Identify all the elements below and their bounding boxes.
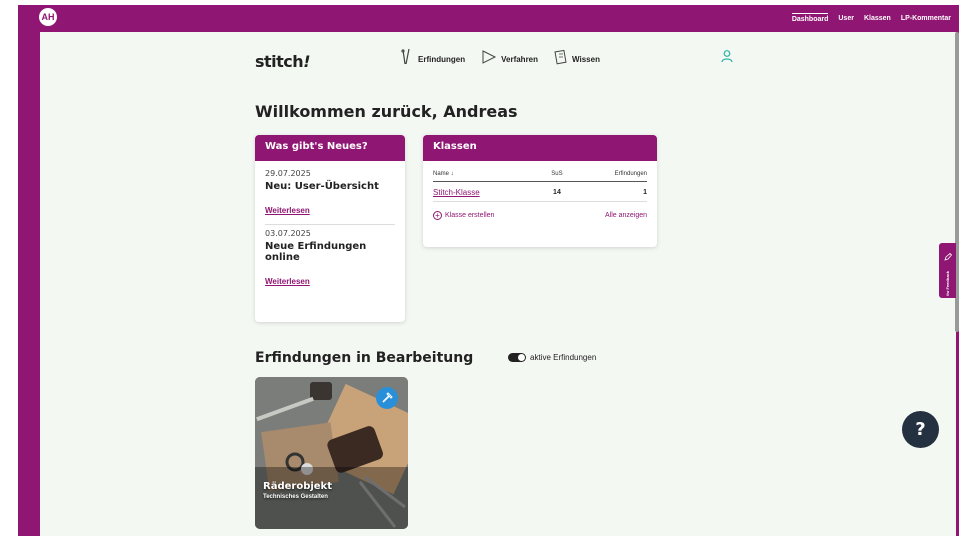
classes-table: Name ↓ SuS Erfindungen Stitch-Klasse 14 … (433, 169, 647, 202)
class-name-link[interactable]: Stitch-Klasse (433, 188, 480, 197)
nav-erfindungen-label: Erfindungen (418, 55, 466, 64)
page-content: stitch! Erfindungen Verfahren Wissen Wil… (40, 32, 956, 536)
question-icon: ? (915, 419, 926, 440)
news-date: 03.07.2025 (265, 229, 311, 238)
hammer-icon (376, 387, 398, 409)
plus-circle-icon: + (433, 211, 442, 220)
pencil-icon (943, 248, 952, 266)
avatar[interactable]: AH (39, 8, 57, 26)
nav-verfahren[interactable]: Verfahren (481, 50, 538, 69)
nav-wissen-label: Wissen (572, 55, 600, 64)
news-title: Neu: User-Übersicht (265, 181, 379, 192)
news-card-title: Was gibt's Neues? (255, 135, 405, 161)
column-header-inventions[interactable]: Erfindungen (570, 169, 647, 182)
nav-verfahren-label: Verfahren (501, 55, 539, 64)
toggle-switch[interactable] (508, 353, 526, 362)
news-card: Was gibt's Neues? 29.07.2025 Neu: User-Ü… (255, 135, 405, 322)
feedback-tab[interactable]: Ihr Feedback (939, 243, 956, 298)
news-divider (265, 224, 395, 225)
project-title: Räderobjekt (263, 481, 332, 492)
news-date: 29.07.2025 (265, 169, 311, 178)
welcome-heading: Willkommen zurück, Andreas (255, 102, 518, 121)
toggle-label: aktive Erfindungen (530, 353, 597, 362)
classes-card-title: Klassen (423, 135, 657, 161)
admin-nav-user[interactable]: User (838, 13, 854, 24)
create-class-button[interactable]: + Klasse erstellen (433, 211, 494, 220)
help-button[interactable]: ? (902, 411, 939, 448)
column-header-sus[interactable]: SuS (543, 169, 571, 182)
project-subtitle: Technisches Gestalten (263, 494, 328, 500)
table-row: Stitch-Klasse 14 1 (433, 181, 647, 202)
admin-nav-klassen[interactable]: Klassen (864, 13, 891, 24)
user-icon[interactable] (720, 49, 734, 63)
admin-topbar: AH Dashboard User Klassen LP-Kommentar (18, 5, 959, 32)
news-read-more-link[interactable]: Weiterlesen (265, 277, 310, 286)
stitch-logo[interactable]: stitch! (255, 52, 310, 71)
nav-erfindungen[interactable]: Erfindungen (400, 48, 465, 71)
news-read-more-link[interactable]: Weiterlesen (265, 206, 310, 215)
needle-icon (400, 48, 414, 71)
admin-nav-dashboard[interactable]: Dashboard (791, 12, 829, 25)
class-sus-count: 14 (543, 181, 571, 202)
classes-card: Klassen Name ↓ SuS Erfindungen Stitch-Kl… (423, 135, 657, 247)
admin-nav-lp-kommentar[interactable]: LP-Kommentar (901, 13, 951, 24)
book-icon (554, 49, 568, 70)
in-progress-heading: Erfindungen in Bearbeitung (255, 350, 474, 366)
admin-nav: Dashboard User Klassen LP-Kommentar (791, 5, 951, 32)
active-inventions-toggle[interactable]: aktive Erfindungen (508, 353, 596, 362)
nav-wissen[interactable]: Wissen (554, 49, 600, 70)
fabric-icon (481, 50, 497, 69)
feedback-label: Ihr Feedback (945, 271, 950, 296)
show-all-classes-link[interactable]: Alle anzeigen (605, 212, 647, 219)
class-inventions-count: 1 (570, 181, 647, 202)
news-title: Neue Erfindungen online (265, 241, 367, 263)
project-card[interactable]: Räderobjekt Technisches Gestalten (255, 377, 408, 529)
main-nav: Erfindungen Verfahren Wissen (400, 48, 600, 71)
column-header-name[interactable]: Name ↓ (433, 169, 544, 182)
